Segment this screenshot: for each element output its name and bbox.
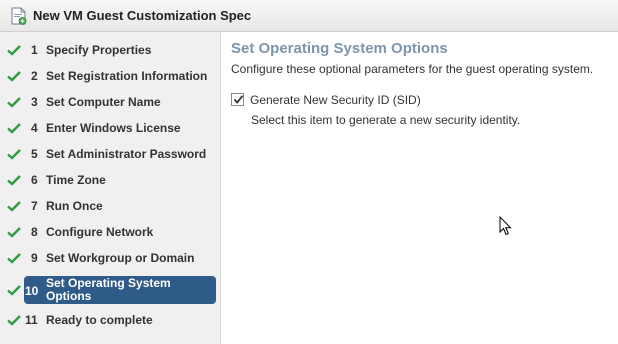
step-number: 7 (31, 199, 38, 213)
green-check-icon (7, 285, 21, 296)
generate-sid-help-text: Select this item to generate a new secur… (251, 113, 521, 127)
wizard-step-registration[interactable]: 2 Set Registration Information (0, 64, 221, 90)
generate-sid-label[interactable]: Generate New Security ID (SID) (250, 93, 421, 107)
green-check-icon (7, 175, 21, 186)
step-label: Set Administrator Password (46, 147, 207, 161)
window-titlebar: New VM Guest Customization Spec (0, 0, 618, 32)
wizard-step-run-once[interactable]: 7 Run Once (0, 194, 221, 220)
step-label: Run Once (46, 199, 103, 213)
green-check-icon (7, 45, 21, 56)
checkmark-icon (233, 95, 244, 104)
wizard-step-computer-name[interactable]: 3 Set Computer Name (0, 90, 221, 116)
new-spec-icon (11, 7, 27, 25)
wizard-step-time-zone[interactable]: 6 Time Zone (0, 168, 221, 194)
step-number: 8 (31, 225, 38, 239)
step-label: Set Operating System Options (46, 276, 171, 303)
mouse-cursor-icon (499, 216, 512, 236)
step-number: 9 (31, 251, 38, 265)
page-description: Configure these optional parameters for … (231, 62, 594, 76)
step-label: Specify Properties (46, 43, 152, 57)
step-label: Configure Network (46, 225, 154, 239)
step-label: Set Registration Information (46, 69, 208, 83)
step-number: 10 (25, 284, 39, 298)
step-number: 4 (31, 121, 38, 135)
step-number: 5 (31, 147, 38, 161)
green-check-icon (7, 97, 21, 108)
wizard-step-workgroup-domain[interactable]: 9 Set Workgroup or Domain (0, 246, 221, 272)
green-check-icon (7, 253, 21, 264)
wizard-step-admin-password[interactable]: 5 Set Administrator Password (0, 142, 221, 168)
wizard-step-os-options[interactable]: 10 Set Operating System Options (0, 276, 221, 304)
step-label: Set Workgroup or Domain (46, 251, 195, 265)
page-title: Set Operating System Options (231, 40, 448, 57)
wizard-step-configure-network[interactable]: 8 Configure Network (0, 220, 221, 246)
green-check-icon (7, 149, 21, 160)
generate-sid-checkbox[interactable] (231, 93, 244, 106)
step-label: Ready to complete (46, 313, 153, 327)
wizard-content-panel: Set Operating System Options Configure t… (221, 32, 618, 344)
green-check-icon (7, 315, 21, 326)
step-label: Set Computer Name (46, 95, 161, 109)
step-number: 6 (31, 173, 38, 187)
step-label: Enter Windows License (46, 121, 181, 135)
wizard-step-ready-to-complete[interactable]: 11 Ready to complete (0, 308, 221, 334)
step-number: 1 (31, 43, 38, 57)
step-number: 2 (31, 69, 38, 83)
step-number: 3 (31, 95, 38, 109)
step-label: Time Zone (46, 173, 106, 187)
wizard-steps-sidebar: 1 Specify Properties 2 Set Registration … (0, 32, 221, 344)
wizard-step-specify-properties[interactable]: 1 Specify Properties (0, 38, 221, 64)
step-number: 11 (25, 313, 38, 327)
green-check-icon (7, 227, 21, 238)
wizard-step-windows-license[interactable]: 4 Enter Windows License (0, 116, 221, 142)
green-check-icon (7, 123, 21, 134)
green-check-icon (7, 71, 21, 82)
window-title: New VM Guest Customization Spec (33, 8, 252, 23)
green-check-icon (7, 201, 21, 212)
